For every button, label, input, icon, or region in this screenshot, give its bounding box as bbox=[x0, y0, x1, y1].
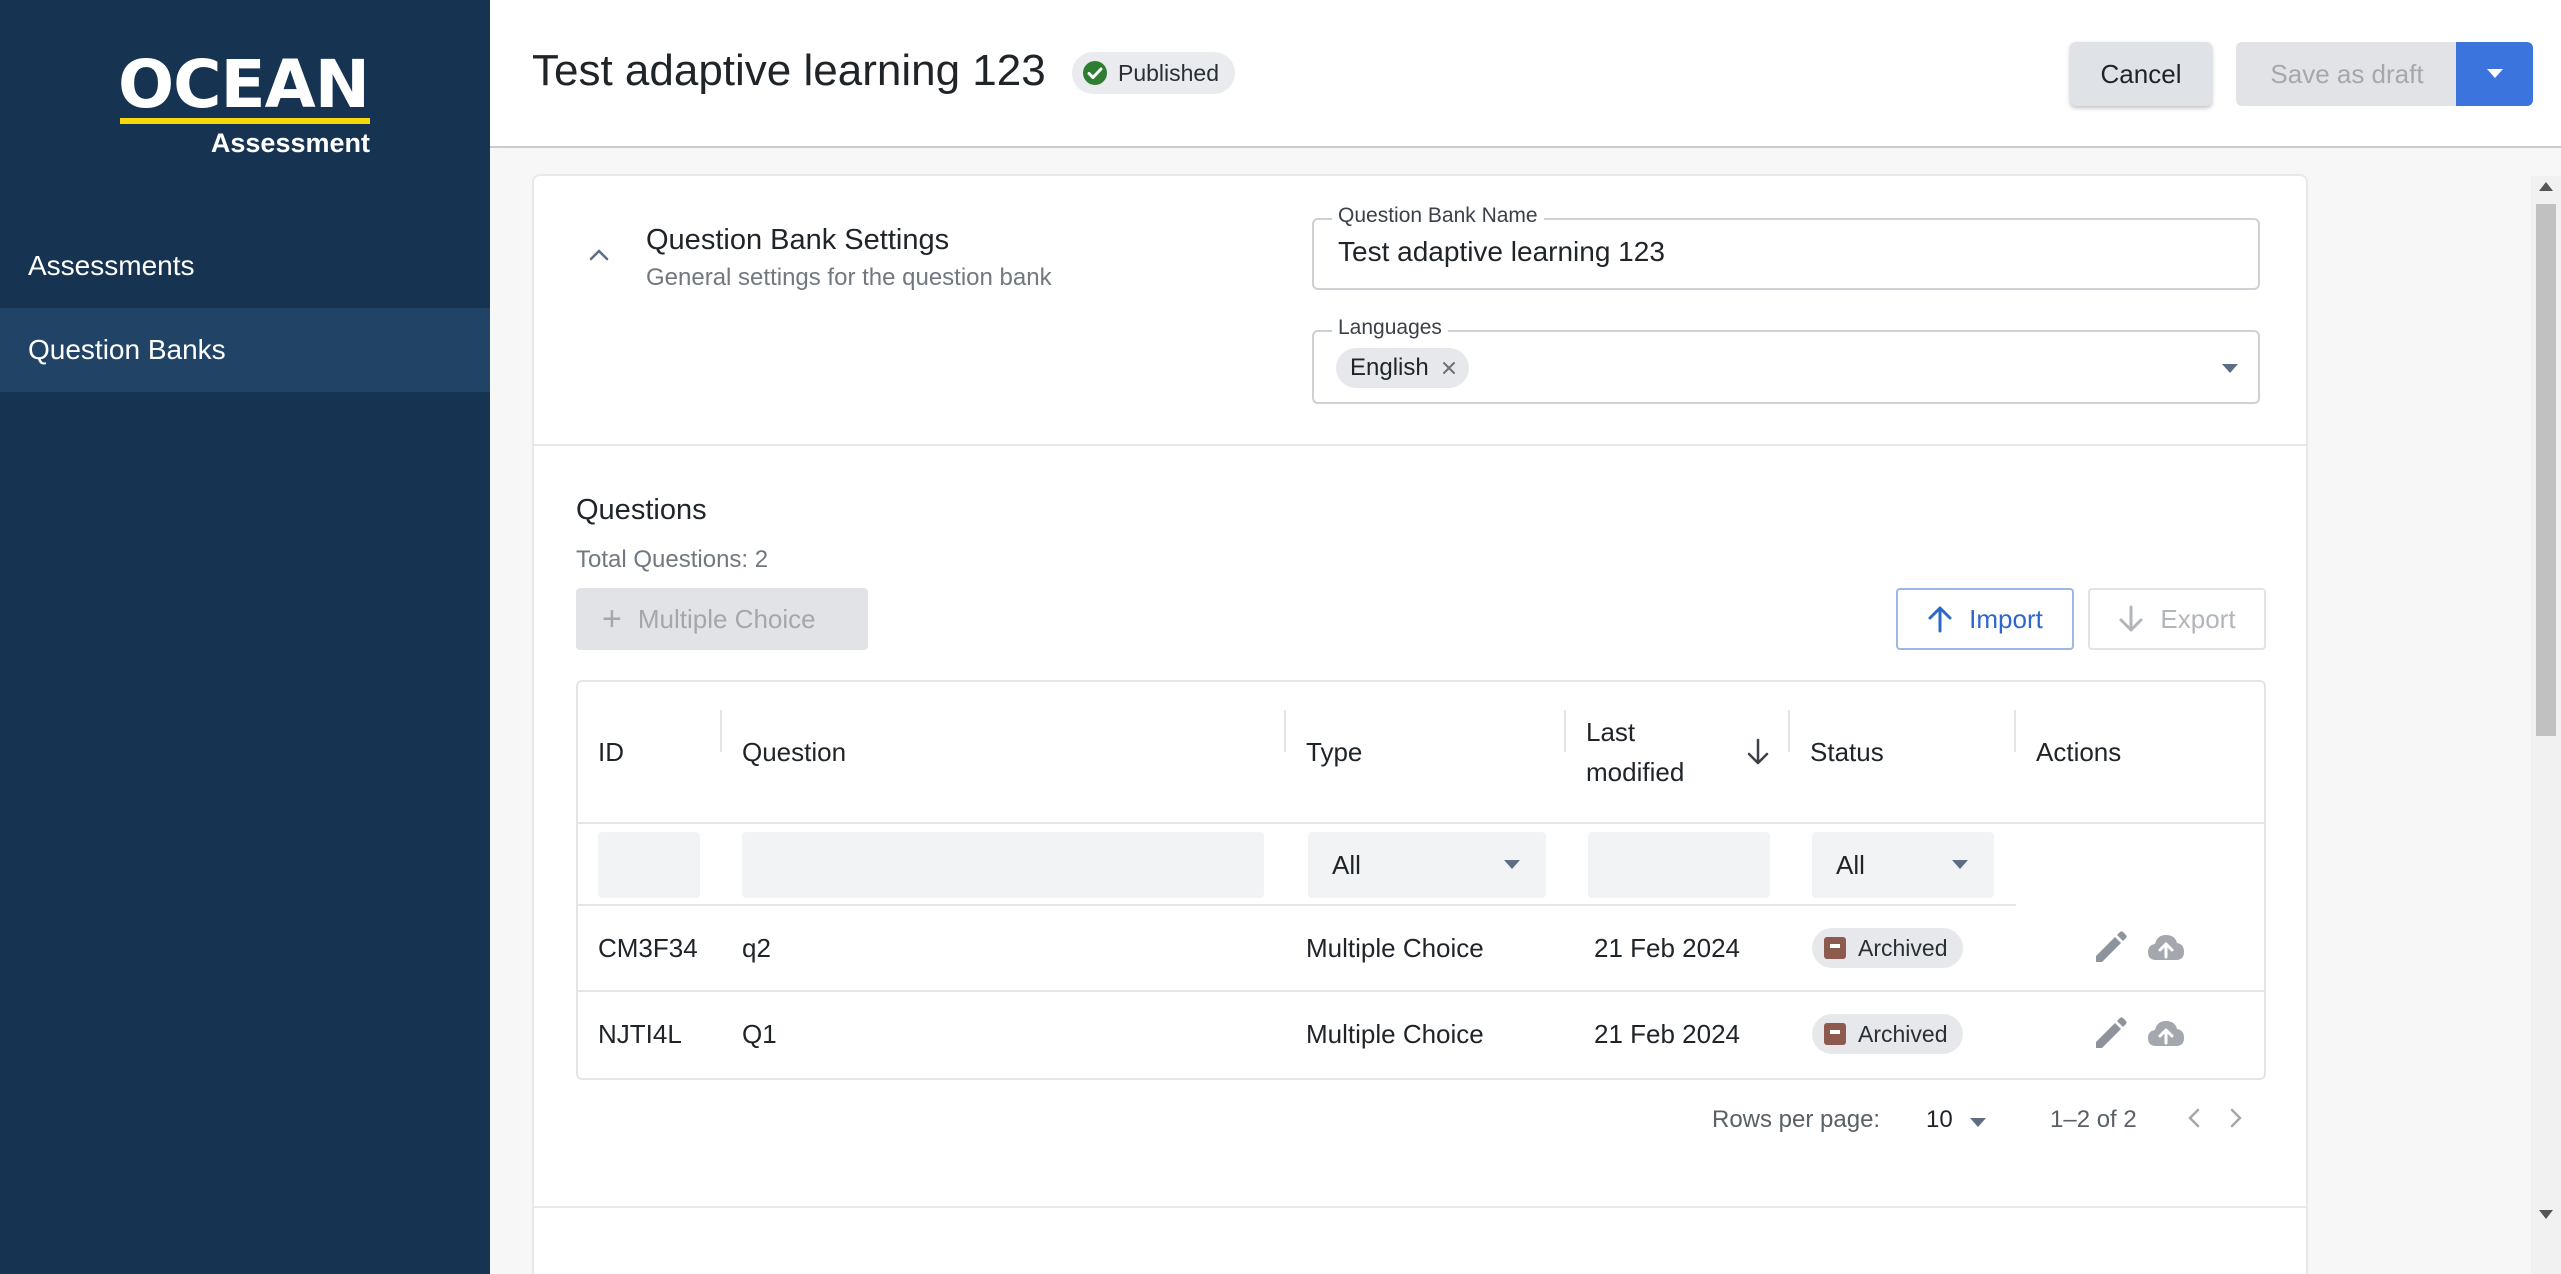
pagination-range: 1–2 of 2 bbox=[2050, 1106, 2137, 1133]
row-question: Q1 bbox=[742, 1018, 777, 1049]
row-id: CM3F34 bbox=[598, 932, 698, 963]
logo-wordmark: OCEAN bbox=[118, 46, 370, 123]
rows-per-page-label: Rows per page: bbox=[1712, 1106, 1881, 1133]
cancel-button[interactable]: Cancel bbox=[2070, 42, 2212, 106]
row-divider bbox=[578, 822, 2264, 824]
edit-pencil-icon[interactable] bbox=[2090, 928, 2130, 968]
row-type: Multiple Choice bbox=[1306, 932, 1484, 963]
question-bank-name-value: Test adaptive learning 123 bbox=[1338, 236, 1665, 267]
page-header: Test adaptive learning 123 Published Can… bbox=[490, 0, 2561, 148]
rows-per-page-value: 10 bbox=[1926, 1106, 1953, 1133]
check-circle-icon bbox=[1083, 61, 1107, 85]
status-badge-label: Archived bbox=[1858, 1020, 1948, 1047]
languages-select[interactable]: Languages English bbox=[1312, 316, 2260, 404]
language-chip-label: English bbox=[1350, 354, 1429, 381]
sidebar-item-assessments[interactable]: Assessments bbox=[0, 224, 490, 308]
previous-page-icon[interactable] bbox=[2174, 1098, 2214, 1138]
status-filter-value: All bbox=[1836, 849, 1865, 880]
edit-pencil-icon[interactable] bbox=[2090, 1014, 2130, 1054]
id-filter-input[interactable] bbox=[598, 832, 700, 898]
column-header-question[interactable]: Question bbox=[742, 682, 846, 822]
type-filter-value: All bbox=[1332, 849, 1361, 880]
row-type: Multiple Choice bbox=[1306, 1018, 1484, 1049]
remove-chip-icon[interactable] bbox=[1439, 358, 1459, 378]
status-filter-arrow-icon bbox=[1952, 860, 1968, 869]
type-filter-arrow-icon bbox=[1504, 860, 1520, 869]
page-title: Test adaptive learning 123 bbox=[532, 46, 1046, 95]
save-as-draft-button[interactable]: Save as draft bbox=[2236, 42, 2458, 106]
row-id: NJTI4L bbox=[598, 1018, 682, 1049]
section-divider bbox=[534, 1206, 2306, 1208]
status-badge: Archived bbox=[1812, 1014, 1964, 1054]
page-scrollbar[interactable] bbox=[2531, 176, 2561, 1274]
add-multiple-choice-label: Multiple Choice bbox=[637, 603, 816, 634]
row-last-modified: 21 Feb 2024 bbox=[1594, 1018, 1741, 1049]
rows-per-page-select[interactable]: 10 bbox=[1926, 1106, 1986, 1134]
save-options-dropdown-button[interactable] bbox=[2456, 42, 2533, 106]
sort-descending-icon[interactable] bbox=[1746, 738, 1770, 766]
status-filter-select[interactable]: All bbox=[1812, 832, 1994, 898]
caret-down-icon bbox=[2486, 69, 2503, 78]
question-bank-card: Question Bank Settings General settings … bbox=[532, 174, 2308, 1274]
settings-section-subtitle: General settings for the question bank bbox=[646, 264, 1052, 291]
total-questions-count: Total Questions: 2 bbox=[576, 546, 769, 573]
type-filter-select[interactable]: All bbox=[1308, 832, 1546, 898]
column-header-type[interactable]: Type bbox=[1306, 682, 1362, 822]
status-badge: Archived bbox=[1812, 928, 1964, 968]
sidebar-item-question-banks[interactable]: Question Banks bbox=[0, 308, 490, 392]
scroll-down-arrow-icon[interactable] bbox=[2539, 1210, 2553, 1219]
import-label: Import bbox=[1969, 603, 2043, 634]
logo-subtitle: Assessment bbox=[210, 128, 370, 158]
cloud-upload-icon[interactable] bbox=[2146, 928, 2186, 968]
languages-label: Languages bbox=[1332, 316, 1448, 340]
language-chip-english: English bbox=[1336, 348, 1469, 388]
section-divider bbox=[534, 444, 2306, 446]
row-last-modified: 21 Feb 2024 bbox=[1594, 932, 1741, 963]
row-divider bbox=[578, 904, 2016, 906]
status-badge-label: Archived bbox=[1858, 934, 1948, 961]
question-filter-input[interactable] bbox=[742, 832, 1264, 898]
export-button[interactable]: Export bbox=[2088, 588, 2266, 650]
column-separator[interactable] bbox=[1284, 710, 1286, 752]
row-question: q2 bbox=[742, 932, 771, 963]
ocean-logo[interactable]: OCEAN Assessment bbox=[118, 52, 372, 160]
status-badge-label: Published bbox=[1118, 59, 1220, 86]
questions-title: Questions bbox=[576, 494, 707, 526]
export-label: Export bbox=[2160, 603, 2236, 634]
column-separator[interactable] bbox=[1788, 710, 1790, 752]
column-separator[interactable] bbox=[1564, 710, 1566, 752]
logo-underline bbox=[120, 118, 370, 124]
add-multiple-choice-button[interactable]: + Multiple Choice bbox=[576, 588, 868, 650]
question-bank-name-label: Question Bank Name bbox=[1332, 204, 1544, 228]
column-header-id[interactable]: ID bbox=[598, 682, 624, 822]
plus-icon: + bbox=[602, 600, 622, 638]
column-separator[interactable] bbox=[2014, 710, 2016, 752]
arrow-down-icon bbox=[2119, 605, 2143, 632]
archive-icon bbox=[1824, 937, 1846, 959]
question-bank-name-field[interactable]: Question Bank Name Test adaptive learnin… bbox=[1312, 204, 2260, 290]
sidebar-nav: Assessments Question Banks bbox=[0, 224, 490, 392]
archive-icon bbox=[1824, 1023, 1846, 1045]
column-separator[interactable] bbox=[720, 710, 722, 752]
last-modified-filter-input[interactable] bbox=[1588, 832, 1770, 898]
arrow-up-icon bbox=[1928, 606, 1952, 633]
cloud-upload-icon[interactable] bbox=[2146, 1014, 2186, 1054]
column-header-actions: Actions bbox=[2036, 736, 2122, 767]
column-header-last-modified[interactable]: Last modified bbox=[1586, 682, 1696, 822]
sidebar: OCEAN Assessment Assessments Question Ba… bbox=[0, 0, 490, 1274]
scroll-up-arrow-icon[interactable] bbox=[2539, 182, 2553, 191]
column-header-status[interactable]: Status bbox=[1810, 682, 1884, 822]
next-page-icon[interactable] bbox=[2216, 1098, 2256, 1138]
status-badge: Published bbox=[1072, 52, 1236, 94]
import-button[interactable]: Import bbox=[1896, 588, 2074, 650]
scrollbar-thumb[interactable] bbox=[2536, 204, 2556, 736]
settings-section-title: Question Bank Settings bbox=[646, 224, 950, 256]
chevron-up-icon[interactable] bbox=[584, 240, 614, 270]
questions-table: ID Question Type Last modified Status Ac… bbox=[576, 680, 2266, 1080]
rows-per-page-arrow-icon bbox=[1970, 1118, 1986, 1127]
languages-dropdown-arrow-icon[interactable] bbox=[2222, 364, 2238, 373]
